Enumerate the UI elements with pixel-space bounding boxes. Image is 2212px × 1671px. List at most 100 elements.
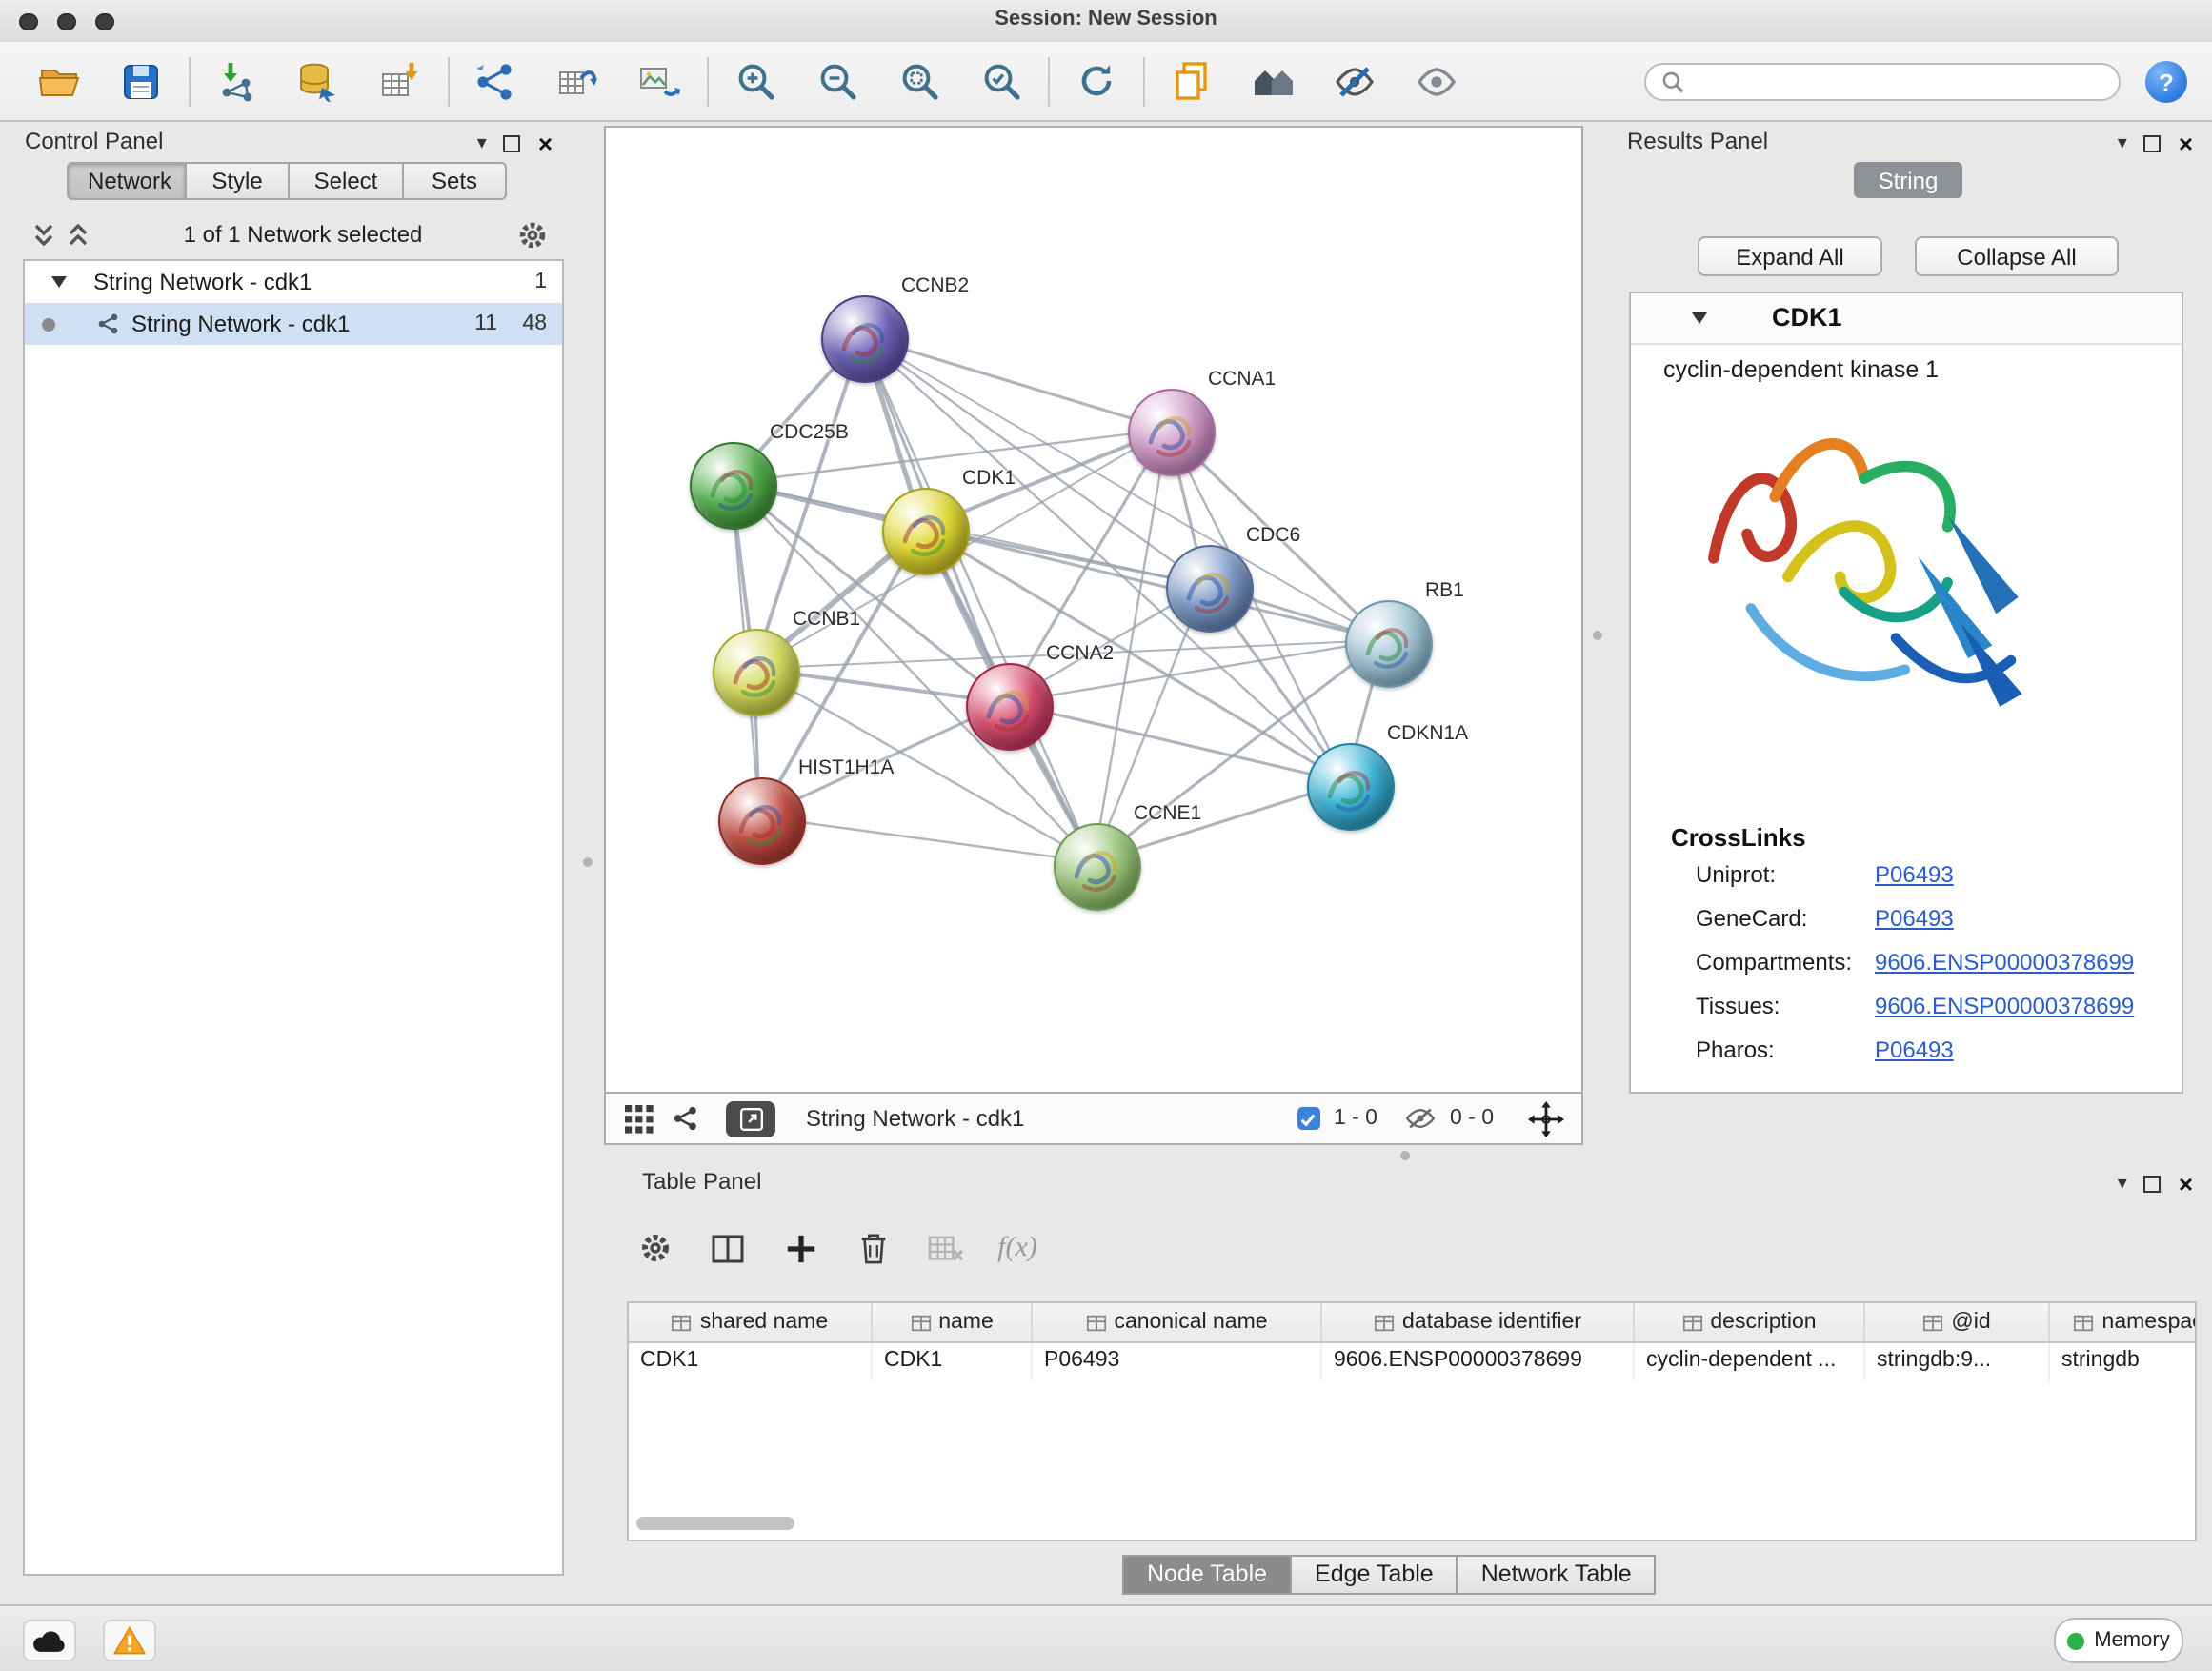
panel-close-icon[interactable]: × bbox=[2179, 130, 2193, 158]
graph-node-CDK1[interactable] bbox=[882, 488, 970, 575]
crosslink-pharos-link[interactable]: P06493 bbox=[1875, 1037, 1954, 1063]
share-view-button[interactable] bbox=[673, 1105, 699, 1132]
graph-node-HIST1H1A[interactable] bbox=[718, 777, 806, 865]
apply-layout-button[interactable] bbox=[1067, 52, 1124, 110]
show-columns-button[interactable] bbox=[701, 1225, 754, 1271]
add-column-button[interactable] bbox=[774, 1225, 827, 1271]
title-bar[interactable]: Session: New Session bbox=[0, 0, 2212, 44]
collapse-all-icon[interactable] bbox=[67, 220, 90, 249]
memory-button[interactable]: Memory bbox=[2054, 1618, 2183, 1663]
grid-view-button[interactable] bbox=[625, 1104, 654, 1133]
table-cell[interactable]: CDK1 bbox=[629, 1343, 873, 1381]
panel-float-icon[interactable]: ▾ bbox=[477, 133, 487, 154]
graph-node-RB1[interactable] bbox=[1345, 600, 1433, 688]
table-cell[interactable]: stringdb:9... bbox=[1865, 1343, 2050, 1381]
splitter-handle[interactable] bbox=[1400, 1151, 1410, 1160]
splitter-handle[interactable] bbox=[583, 857, 593, 867]
edge-CCNB2-CCNE1[interactable] bbox=[862, 336, 1094, 862]
panel-maximize-icon[interactable] bbox=[2144, 1176, 2162, 1193]
graph-node-CCNB2[interactable] bbox=[821, 295, 909, 383]
panel-float-icon[interactable]: ▾ bbox=[2118, 133, 2127, 154]
column-header-description[interactable]: description bbox=[1635, 1303, 1865, 1341]
tab-network[interactable]: Network bbox=[67, 162, 187, 200]
help-button[interactable]: ? bbox=[2145, 61, 2187, 103]
graph-node-CCNB1[interactable] bbox=[713, 629, 800, 716]
zoom-fit-button[interactable] bbox=[890, 52, 947, 110]
crosshair-icon[interactable] bbox=[1528, 1100, 1564, 1137]
zoom-in-button[interactable] bbox=[726, 52, 783, 110]
show-panels-button[interactable] bbox=[1244, 52, 1301, 110]
zoom-out-button[interactable] bbox=[808, 52, 865, 110]
selected-nodes-checkbox[interactable] bbox=[1297, 1107, 1320, 1130]
delete-column-button[interactable] bbox=[846, 1225, 899, 1271]
panel-float-icon[interactable]: ▾ bbox=[2118, 1174, 2127, 1195]
import-table-file-button[interactable] bbox=[372, 52, 429, 110]
edge-CCNA2-CDKN1A[interactable] bbox=[1006, 703, 1346, 783]
expand-all-icon[interactable] bbox=[32, 220, 55, 249]
tab-string[interactable]: String bbox=[1854, 162, 1962, 198]
table-cell[interactable]: P06493 bbox=[1033, 1343, 1322, 1381]
crosslink-genecard-link[interactable]: P06493 bbox=[1875, 905, 1954, 932]
tab-network-table[interactable]: Network Table bbox=[1458, 1555, 1657, 1595]
panel-maximize-icon[interactable] bbox=[2144, 135, 2162, 152]
show-all-button[interactable] bbox=[1408, 52, 1465, 110]
clear-table-button[interactable] bbox=[918, 1225, 972, 1271]
tab-sets[interactable]: Sets bbox=[404, 162, 507, 200]
table-cell[interactable]: cyclin-dependent ... bbox=[1635, 1343, 1865, 1381]
table-row[interactable]: CDK1CDK1P064939606.ENSP00000378699cyclin… bbox=[629, 1343, 2195, 1381]
panel-close-icon[interactable]: × bbox=[2179, 1170, 2193, 1198]
search-input[interactable] bbox=[1694, 69, 2103, 95]
graph-node-CCNA1[interactable] bbox=[1128, 389, 1216, 476]
panel-close-icon[interactable]: × bbox=[538, 130, 553, 158]
cloud-status-button[interactable] bbox=[23, 1620, 76, 1661]
import-network-file-button[interactable] bbox=[208, 52, 265, 110]
crosslink-tissues-link[interactable]: 9606.ENSP00000378699 bbox=[1875, 993, 2134, 1019]
tab-select[interactable]: Select bbox=[290, 162, 404, 200]
save-session-button[interactable] bbox=[112, 52, 170, 110]
column-header-name[interactable]: name bbox=[873, 1303, 1033, 1341]
export-image-button[interactable] bbox=[631, 52, 688, 110]
tab-node-table[interactable]: Node Table bbox=[1122, 1555, 1292, 1595]
network-collection-row[interactable]: String Network - cdk1 1 bbox=[25, 261, 562, 303]
graph-node-CCNA2[interactable] bbox=[966, 663, 1054, 751]
zoom-selected-button[interactable] bbox=[972, 52, 1029, 110]
column-header--id[interactable]: @id bbox=[1865, 1303, 2050, 1341]
expand-all-button[interactable]: Expand All bbox=[1698, 236, 1882, 276]
crosslink-compartments-link[interactable]: 9606.ENSP00000378699 bbox=[1875, 949, 2134, 976]
tab-style[interactable]: Style bbox=[187, 162, 290, 200]
column-header-namespace[interactable]: namespace bbox=[2050, 1303, 2197, 1341]
table-cell[interactable]: 9606.ENSP00000378699 bbox=[1322, 1343, 1635, 1381]
collapse-all-button[interactable]: Collapse All bbox=[1915, 236, 2119, 276]
protein-header-row[interactable]: CDK1 bbox=[1631, 293, 2182, 345]
graph-node-CDC6[interactable] bbox=[1166, 545, 1254, 633]
edge-CCNB2-RB1[interactable] bbox=[862, 336, 1384, 640]
network-row-selected[interactable]: String Network - cdk1 11 48 bbox=[25, 303, 562, 345]
column-header-database-identifier[interactable]: database identifier bbox=[1322, 1303, 1635, 1341]
network-from-table-button[interactable] bbox=[549, 52, 606, 110]
tab-edge-table[interactable]: Edge Table bbox=[1292, 1555, 1458, 1595]
edge-CCNB2-CCNA1[interactable] bbox=[862, 336, 1168, 430]
edge-CDK1-RB1[interactable] bbox=[923, 528, 1384, 640]
splitter-handle[interactable] bbox=[1593, 631, 1602, 640]
horizontal-scrollbar[interactable] bbox=[636, 1517, 794, 1530]
graph-node-CDKN1A[interactable] bbox=[1307, 743, 1395, 831]
edge-CCNE1-HIST1H1A[interactable] bbox=[759, 816, 1094, 862]
collapse-arrow-icon[interactable] bbox=[1692, 312, 1707, 324]
table-settings-button[interactable] bbox=[629, 1225, 682, 1271]
column-header-canonical-name[interactable]: canonical name bbox=[1033, 1303, 1322, 1341]
crosslink-uniprot-link[interactable]: P06493 bbox=[1875, 861, 1954, 888]
graph-node-CCNE1[interactable] bbox=[1054, 823, 1141, 911]
search-field[interactable] bbox=[1644, 63, 2121, 101]
collapse-arrow-icon[interactable] bbox=[51, 276, 67, 288]
function-builder-button[interactable]: f(x) bbox=[991, 1225, 1044, 1271]
network-canvas[interactable]: CCNB2CCNA1CDC25BCDK1CDC6RB1CCNB1CCNA2CDK… bbox=[604, 126, 1583, 1094]
warnings-button[interactable] bbox=[103, 1620, 156, 1661]
gear-icon[interactable] bbox=[516, 218, 549, 251]
new-network-button[interactable] bbox=[467, 52, 524, 110]
hide-selected-button[interactable] bbox=[1326, 52, 1383, 110]
open-recent-button[interactable] bbox=[1162, 52, 1219, 110]
table-cell[interactable]: stringdb bbox=[2050, 1343, 2197, 1381]
table-cell[interactable]: CDK1 bbox=[873, 1343, 1033, 1381]
panel-maximize-icon[interactable] bbox=[504, 135, 521, 152]
birdseye-toggle-button[interactable] bbox=[726, 1100, 775, 1137]
